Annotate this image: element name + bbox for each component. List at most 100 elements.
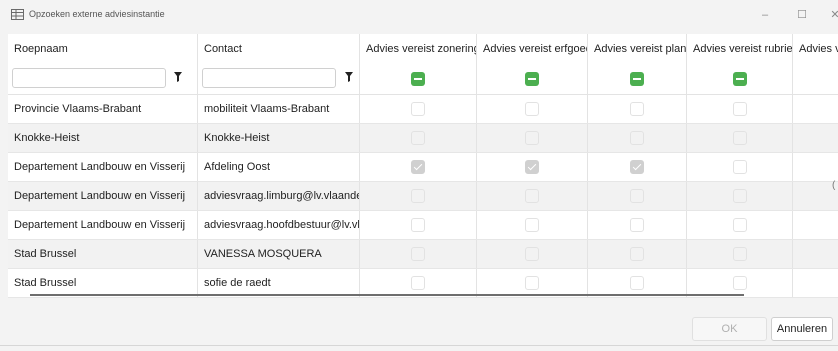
- maximize-icon[interactable]: ☐: [790, 7, 814, 23]
- ok-button[interactable]: OK: [692, 317, 767, 341]
- filter-input-contact[interactable]: [202, 68, 336, 88]
- cell-roepnaam[interactable]: Knokke-Heist: [8, 124, 198, 152]
- minimize-icon[interactable]: –: [753, 7, 777, 23]
- column-header-plan[interactable]: Advies vereist plan: [588, 34, 687, 65]
- window-title: Opzoeken externe adviesinstantie: [29, 9, 165, 19]
- column-header-advies-ve[interactable]: Advies ve: [793, 34, 838, 65]
- cell-contact[interactable]: adviesvraag.limburg@lv.vlaandere: [198, 182, 360, 210]
- checkbox-plan[interactable]: [630, 131, 644, 145]
- cell-zonering: [360, 153, 477, 181]
- cell-plan: [588, 95, 687, 123]
- checkbox-erfgoed[interactable]: [525, 160, 539, 174]
- cell-roepnaam[interactable]: Departement Landbouw en Visserij: [8, 182, 198, 210]
- cell-roepnaam[interactable]: Provincie Vlaams-Brabant: [8, 95, 198, 123]
- checkbox-rubriek[interactable]: [733, 247, 747, 261]
- checkbox-zonering[interactable]: [411, 160, 425, 174]
- cell-contact[interactable]: mobiliteit Vlaams-Brabant: [198, 95, 360, 123]
- cell-rubriek: [687, 240, 793, 268]
- cell-zonering: [360, 240, 477, 268]
- cell-erfgoed: [477, 124, 588, 152]
- footer-divider: [0, 345, 838, 346]
- cell-erfgoed: [477, 269, 588, 297]
- cell-advies-ve: [793, 211, 838, 239]
- cell-roepnaam[interactable]: Departement Landbouw en Visserij: [8, 211, 198, 239]
- column-header-erfgoed[interactable]: Advies vereist erfgoed: [477, 34, 588, 65]
- results-table: Roepnaam Contact Advies vereist zonering…: [8, 34, 838, 298]
- cell-zonering: [360, 124, 477, 152]
- column-header-contact[interactable]: Contact: [198, 34, 360, 65]
- checkbox-plan[interactable]: [630, 160, 644, 174]
- checkbox-plan[interactable]: [630, 189, 644, 203]
- checkbox-erfgoed[interactable]: [525, 102, 539, 116]
- filter-cell-zonering: [360, 65, 477, 94]
- table-row[interactable]: Departement Landbouw en Visserij adviesvr…: [8, 182, 838, 211]
- cancel-button[interactable]: Annuleren: [771, 317, 833, 341]
- checkbox-plan[interactable]: [630, 276, 644, 290]
- cell-zonering: [360, 95, 477, 123]
- horizontal-scrollbar[interactable]: [30, 294, 744, 296]
- checkbox-zonering[interactable]: [411, 276, 425, 290]
- cell-erfgoed: [477, 182, 588, 210]
- edge-glyph: (: [832, 180, 836, 191]
- cell-roepnaam[interactable]: Stad Brussel: [8, 269, 198, 297]
- cell-advies-ve: [793, 124, 838, 152]
- checkbox-erfgoed[interactable]: [525, 131, 539, 145]
- cell-plan: [588, 240, 687, 268]
- table-row[interactable]: Provincie Vlaams-Brabant mobiliteit Vlaam…: [8, 95, 838, 124]
- table-row[interactable]: Knokke-Heist Knokke-Heist: [8, 124, 838, 153]
- title-bar: Opzoeken externe adviesinstantie – ☐ ✕: [0, 0, 838, 30]
- checkbox-zonering[interactable]: [411, 189, 425, 203]
- column-header-roepnaam[interactable]: Roepnaam: [8, 34, 198, 65]
- filter-checkbox-plan[interactable]: [630, 72, 644, 86]
- cell-contact[interactable]: Afdeling Oost: [198, 153, 360, 181]
- cell-roepnaam[interactable]: Stad Brussel: [8, 240, 198, 268]
- filter-checkbox-zonering[interactable]: [411, 72, 425, 86]
- filter-cell-rubriek: [687, 65, 793, 94]
- checkbox-plan[interactable]: [630, 247, 644, 261]
- checkbox-zonering[interactable]: [411, 102, 425, 116]
- filter-cell-roepnaam: [8, 65, 198, 94]
- filter-icon[interactable]: [174, 72, 182, 82]
- cell-roepnaam[interactable]: Departement Landbouw en Visserij: [8, 153, 198, 181]
- cell-zonering: [360, 269, 477, 297]
- checkbox-rubriek[interactable]: [733, 218, 747, 232]
- cell-erfgoed: [477, 211, 588, 239]
- cell-plan: [588, 182, 687, 210]
- filter-checkbox-rubriek[interactable]: [733, 72, 747, 86]
- checkbox-zonering[interactable]: [411, 218, 425, 232]
- filter-cell-advies-ve: [793, 65, 838, 94]
- checkbox-rubriek[interactable]: [733, 131, 747, 145]
- close-icon[interactable]: ✕: [823, 7, 838, 23]
- column-header-rubriek[interactable]: Advies vereist rubriek: [687, 34, 793, 65]
- checkbox-rubriek[interactable]: [733, 276, 747, 290]
- cell-advies-ve: [793, 153, 838, 181]
- checkbox-erfgoed[interactable]: [525, 247, 539, 261]
- checkbox-plan[interactable]: [630, 102, 644, 116]
- table-row[interactable]: Stad Brussel VANESSA MOSQUERA: [8, 240, 838, 269]
- table-row[interactable]: Departement Landbouw en Visserij adviesvr…: [8, 211, 838, 240]
- checkbox-erfgoed[interactable]: [525, 218, 539, 232]
- filter-icon[interactable]: [345, 72, 353, 82]
- cell-contact[interactable]: Knokke-Heist: [198, 124, 360, 152]
- cell-erfgoed: [477, 240, 588, 268]
- filter-input-roepnaam[interactable]: [12, 68, 166, 88]
- cell-rubriek: [687, 211, 793, 239]
- table-row[interactable]: Departement Landbouw en Visserij Afdeling…: [8, 153, 838, 182]
- cell-contact[interactable]: VANESSA MOSQUERA: [198, 240, 360, 268]
- checkbox-plan[interactable]: [630, 218, 644, 232]
- checkbox-rubriek[interactable]: [733, 189, 747, 203]
- filter-checkbox-erfgoed[interactable]: [525, 72, 539, 86]
- cell-rubriek: [687, 124, 793, 152]
- column-header-zonering[interactable]: Advies vereist zonering: [360, 34, 477, 65]
- checkbox-rubriek[interactable]: [733, 160, 747, 174]
- filter-row: [8, 65, 838, 95]
- checkbox-zonering[interactable]: [411, 247, 425, 261]
- cell-contact[interactable]: adviesvraag.hoofdbestuur@lv.vlaa: [198, 211, 360, 239]
- checkbox-rubriek[interactable]: [733, 102, 747, 116]
- checkbox-zonering[interactable]: [411, 131, 425, 145]
- cell-advies-ve: [793, 95, 838, 123]
- cell-rubriek: [687, 153, 793, 181]
- checkbox-erfgoed[interactable]: [525, 276, 539, 290]
- checkbox-erfgoed[interactable]: [525, 189, 539, 203]
- cell-contact[interactable]: sofie de raedt: [198, 269, 360, 297]
